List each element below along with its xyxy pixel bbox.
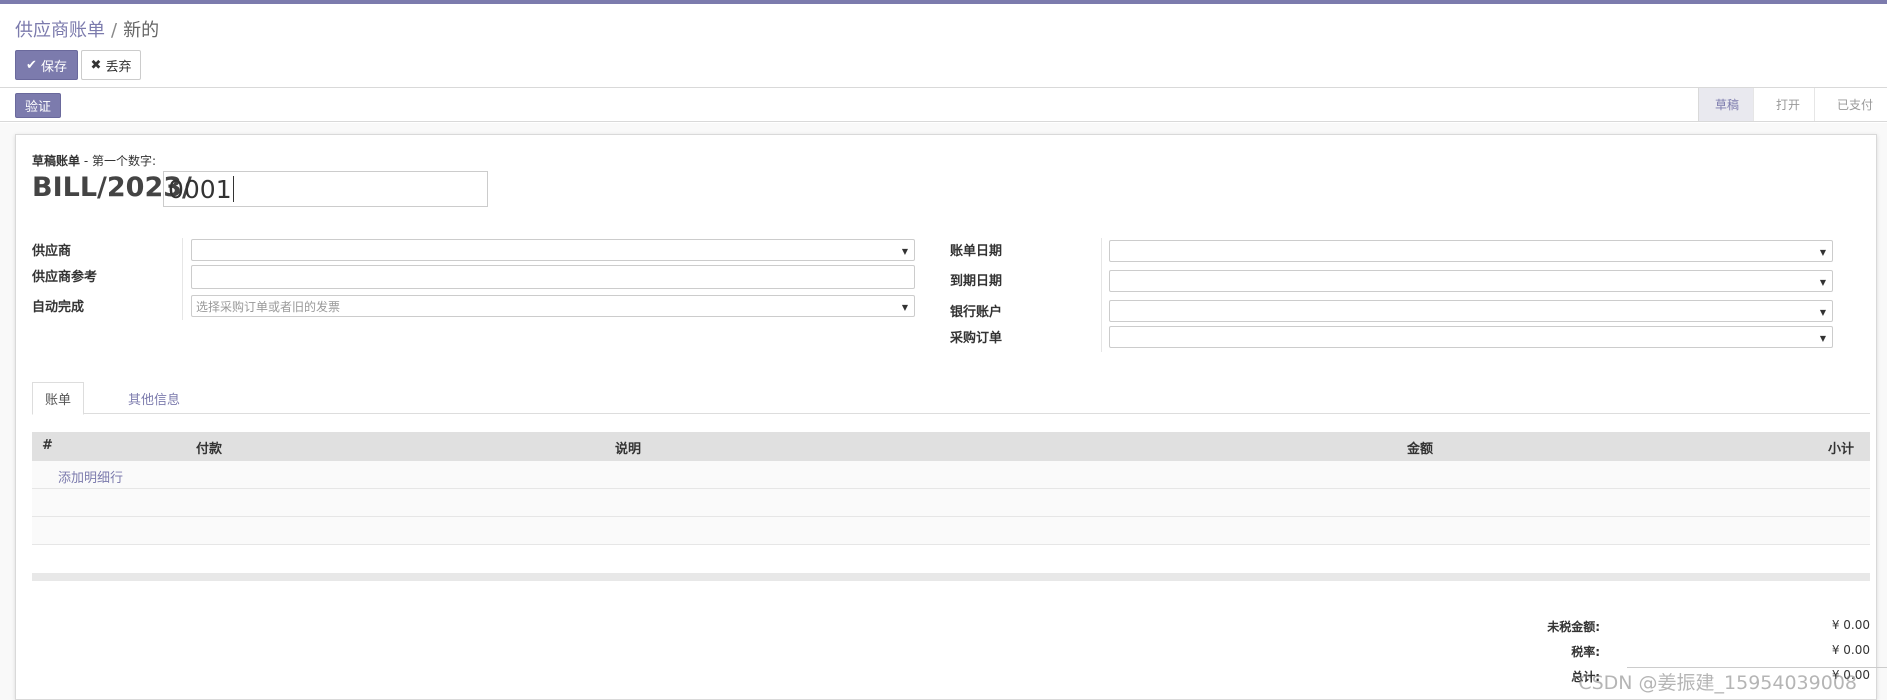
breadcrumb-parent-link[interactable]: 供应商账单 (15, 20, 105, 41)
add-line-link[interactable]: 添加明细行 (58, 467, 123, 486)
validate-button[interactable]: 验证 (15, 93, 61, 118)
col-header-amount[interactable]: 金额 (1407, 438, 1433, 457)
bank-account-label: 银行账户 (950, 305, 1003, 320)
discard-label: 丢弃 (105, 59, 132, 75)
bill-number-input[interactable]: 0001 (163, 171, 488, 207)
col-header-payment[interactable]: 付款 (196, 438, 222, 457)
table-row: 添加明细行 (32, 461, 1870, 489)
table-header: # 付款 说明 金额 小计 (32, 432, 1870, 461)
col-header-subtotal[interactable]: 小计 (1828, 438, 1854, 457)
breadcrumb-separator: / (111, 20, 118, 41)
vendor-label: 供应商 (32, 244, 72, 259)
col-header-num[interactable]: # (42, 438, 53, 453)
breadcrumb-current: 新的 (123, 20, 160, 41)
tab-bill[interactable]: 账单 (32, 382, 85, 415)
dropdown-caret-icon: ▼ (1819, 334, 1826, 343)
dropdown-caret-icon: ▼ (1819, 248, 1826, 257)
purchase-order-label: 采购订单 (950, 331, 1003, 346)
draft-bill-label: 草稿账单 - 第一个数字: (32, 152, 156, 169)
notebook-tabs: 账单 其他信息 (32, 382, 1870, 415)
breadcrumb: 供应商账单 / 新的 (15, 16, 159, 42)
save-label: 保存 (40, 59, 67, 75)
stage-pipeline: 草稿 打开 已支付 (1697, 88, 1887, 121)
autocomplete-placeholder: 选择采购订单或者旧的发票 (196, 299, 341, 314)
check-icon: ✔ (26, 57, 37, 73)
due-date-label: 到期日期 (950, 274, 1003, 289)
bill-date-input[interactable]: ▼ (1109, 240, 1833, 262)
dropdown-caret-icon: ▼ (901, 303, 908, 312)
right-field-separator (1101, 238, 1102, 352)
save-button[interactable]: ✔ 保存 (15, 50, 78, 80)
table-row (32, 489, 1870, 517)
untaxed-value: ¥ 0.00 (1831, 618, 1870, 632)
bill-number-value: 0001 (168, 174, 232, 204)
close-icon: ✖ (90, 57, 102, 73)
left-field-separator (182, 238, 183, 320)
untaxed-row: 未税金额: ¥ 0.00 (1510, 618, 1870, 643)
stage-open[interactable]: 打开 (1752, 88, 1814, 121)
form-sheet (15, 134, 1877, 700)
invoice-lines-table: # 付款 说明 金额 小计 添加明细行 (32, 432, 1870, 581)
draft-title: 草稿账单 (32, 154, 81, 168)
text-caret (232, 176, 234, 202)
stage-paid[interactable]: 已支付 (1813, 88, 1887, 121)
table-row (32, 517, 1870, 545)
stage-draft[interactable]: 草稿 (1697, 88, 1753, 121)
status-bar: 验证 草稿 打开 已支付 (0, 88, 1887, 122)
dropdown-caret-icon: ▼ (1819, 308, 1826, 317)
tax-row: 税率: ¥ 0.00 (1510, 643, 1870, 668)
autocomplete-select[interactable]: 选择采购订单或者旧的发票 ▼ (191, 295, 915, 317)
purchase-order-select[interactable]: ▼ (1109, 326, 1833, 348)
tab-other-info[interactable]: 其他信息 (116, 382, 192, 415)
col-header-description[interactable]: 说明 (615, 438, 641, 457)
dropdown-caret-icon: ▼ (901, 247, 908, 256)
vendor-ref-input[interactable] (191, 265, 915, 289)
vendor-select[interactable]: ▼ (191, 239, 915, 261)
vendor-ref-label: 供应商参考 (32, 270, 98, 285)
control-panel: 供应商账单 / 新的 ✔ 保存 ✖ 丢弃 (0, 4, 1887, 88)
tax-value: ¥ 0.00 (1831, 643, 1870, 657)
due-date-input[interactable]: ▼ (1109, 270, 1833, 292)
bank-account-select[interactable]: ▼ (1109, 300, 1833, 322)
table-footer (32, 573, 1870, 581)
watermark: CSDN @姜振建_15954039008 (1578, 672, 1857, 694)
first-number-label: - 第一个数字: (80, 154, 157, 168)
dropdown-caret-icon: ▼ (1819, 278, 1826, 287)
discard-button[interactable]: ✖ 丢弃 (81, 50, 141, 80)
autocomplete-label: 自动完成 (32, 300, 85, 315)
bill-date-label: 账单日期 (950, 244, 1003, 259)
untaxed-label: 未税金额: (1547, 620, 1600, 634)
tax-label: 税率: (1571, 645, 1600, 659)
